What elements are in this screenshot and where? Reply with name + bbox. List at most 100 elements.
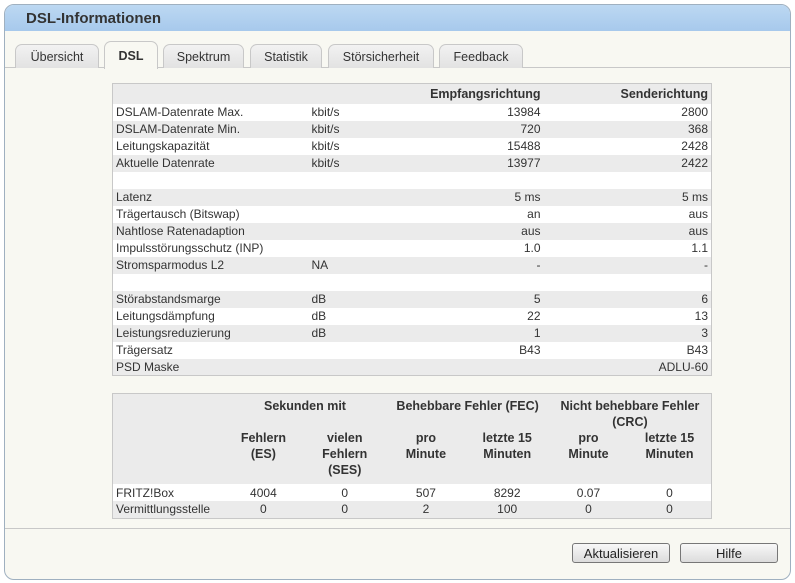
row-value: 8292 xyxy=(493,485,521,500)
row-unit xyxy=(308,358,399,376)
row-unit: kbit/s xyxy=(311,105,340,119)
row-sende: ADLU-60 xyxy=(543,358,712,376)
row-sende: 2800 xyxy=(681,105,708,119)
subheader: letzte 15 Minuten xyxy=(465,430,549,484)
row-unit xyxy=(308,188,399,206)
table-row xyxy=(113,172,712,189)
footer-divider xyxy=(5,528,790,529)
row-label: DSLAM-Datenrate Max. xyxy=(116,105,244,119)
row-label: Störabstandsmarge xyxy=(112,290,309,308)
row-unit xyxy=(309,240,399,257)
row-unit: dB xyxy=(311,309,327,323)
row-unit xyxy=(309,206,399,223)
table-row: Impulsstörungsschutz (INP) 1.0 1.1 xyxy=(113,240,712,257)
row-value: 100 xyxy=(465,501,549,518)
row-unit: kbit/s xyxy=(311,139,340,153)
row-unit: dB xyxy=(308,324,399,342)
row-label: Impulsstörungsschutz (INP) xyxy=(116,241,264,255)
row-empfang: an xyxy=(527,207,541,221)
subheader: pro Minute xyxy=(386,430,466,484)
row-label: Leistungsreduzierung xyxy=(112,324,309,342)
table-row: Nahtlose Ratenadaption aus aus xyxy=(112,222,712,240)
row-sende: aus xyxy=(688,207,708,221)
corner-cell xyxy=(112,393,224,430)
header-empfang: Empfangsrichtung xyxy=(398,83,544,104)
row-sende: 2428 xyxy=(681,139,708,153)
row-value: 2 xyxy=(386,501,466,518)
row-unit xyxy=(308,222,399,240)
group-crc: Nicht behebbare Fehler (CRC) xyxy=(548,393,712,430)
row-label: Vermittlungsstelle xyxy=(112,501,224,518)
dsl-info-window: DSL-Informationen Übersicht DSL Spektrum… xyxy=(4,4,791,580)
tab-feedback[interactable]: Feedback xyxy=(439,44,523,68)
row-empfang: 1.0 xyxy=(523,241,541,255)
row-empfang: 13977 xyxy=(398,154,544,172)
row-sende: aus xyxy=(543,222,712,240)
row-label: Aktuelle Datenrate xyxy=(112,154,309,172)
row-value: 0 xyxy=(223,501,304,518)
help-button[interactable]: Hilfe xyxy=(680,543,778,563)
table-row: Vermittlungsstelle 0 0 2 100 0 0 xyxy=(112,501,712,518)
table-row: Leitungskapazität kbit/s 15488 2428 xyxy=(113,138,712,155)
row-label: PSD Maske xyxy=(112,358,309,376)
tab-dsl[interactable]: DSL xyxy=(104,41,158,69)
row-label: Trägersatz xyxy=(116,343,173,357)
table-row: Leitungsdämpfung dB 22 13 xyxy=(113,308,712,325)
row-empfang: 5 xyxy=(398,290,544,308)
table-row: Aktuelle Datenrate kbit/s 13977 2422 xyxy=(112,154,712,172)
tab-stoersicherheit[interactable]: Störsicherheit xyxy=(328,44,434,68)
row-sende: - xyxy=(543,256,712,274)
row-empfang: 1 xyxy=(398,324,544,342)
refresh-button[interactable]: Aktualisieren xyxy=(572,543,670,563)
row-empfang: 13984 xyxy=(507,105,541,119)
row-label: Leitungskapazität xyxy=(116,139,210,153)
tab-statistik[interactable]: Statistik xyxy=(250,44,322,68)
header-unit xyxy=(308,83,399,104)
tab-uebersicht[interactable]: Übersicht xyxy=(15,44,99,68)
row-label: Latenz xyxy=(112,188,309,206)
row-empfang: 22 xyxy=(527,309,541,323)
row-label xyxy=(113,172,309,189)
window-title: DSL-Informationen xyxy=(5,5,790,31)
row-empfang xyxy=(398,358,544,376)
row-unit: dB xyxy=(308,290,399,308)
subheader: Fehlern (ES) xyxy=(223,430,304,484)
table-row: Stromsparmodus L2 NA - - xyxy=(112,256,712,274)
row-unit: kbit/s xyxy=(308,154,399,172)
header-label xyxy=(112,83,309,104)
row-value: 0 xyxy=(548,501,629,518)
row-sende: 3 xyxy=(543,324,712,342)
row-value: 0 xyxy=(303,501,387,518)
row-value: 0.07 xyxy=(576,485,601,500)
table-row xyxy=(113,274,712,291)
row-empfang xyxy=(399,274,544,291)
row-value: 0 xyxy=(666,485,673,500)
row-sende: 5 ms xyxy=(543,188,712,206)
error-table: Sekunden mit Behebbare Fehler (FEC) Nich… xyxy=(112,393,712,519)
row-unit xyxy=(309,274,399,291)
table-row: DSLAM-Datenrate Max. kbit/s 13984 2800 xyxy=(113,104,712,121)
row-empfang: - xyxy=(398,256,544,274)
row-empfang: aus xyxy=(398,222,544,240)
row-sende xyxy=(544,274,712,291)
row-sende xyxy=(544,172,712,189)
group-seconds: Sekunden mit xyxy=(223,393,387,430)
row-label: FRITZ!Box xyxy=(116,485,175,500)
subheader: vielen Fehlern (SES) xyxy=(303,430,387,484)
row-sende: B43 xyxy=(686,343,708,357)
row-sende: 368 xyxy=(543,120,712,138)
table-row: PSD Maske ADLU-60 xyxy=(112,358,712,376)
row-empfang xyxy=(399,172,544,189)
row-value: 507 xyxy=(415,485,436,500)
row-empfang: 5 ms xyxy=(398,188,544,206)
group-fec: Behebbare Fehler (FEC) xyxy=(386,393,549,430)
row-unit xyxy=(309,172,399,189)
row-label xyxy=(113,274,309,291)
row-sende: 1.1 xyxy=(691,241,708,255)
row-value: 4004 xyxy=(250,485,277,500)
row-label: DSLAM-Datenrate Min. xyxy=(112,120,309,138)
table-row: Leistungsreduzierung dB 1 3 xyxy=(112,324,712,342)
dsl-main-table: Empfangsrichtung Senderichtung DSLAM-Dat… xyxy=(112,83,712,376)
tab-spektrum[interactable]: Spektrum xyxy=(163,44,244,68)
table-row: Latenz 5 ms 5 ms xyxy=(112,188,712,206)
